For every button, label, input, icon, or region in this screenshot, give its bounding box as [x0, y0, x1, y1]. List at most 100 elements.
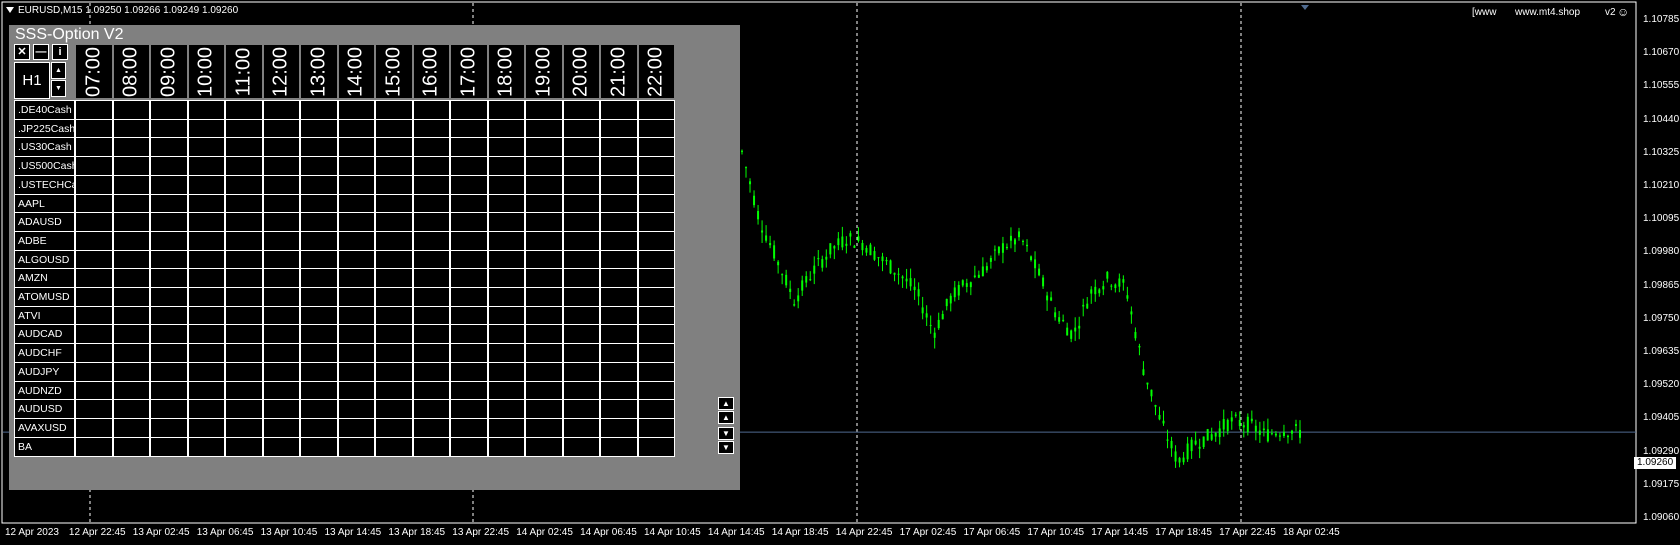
signal-cell[interactable]: [600, 399, 638, 420]
signal-cell[interactable]: [300, 230, 338, 251]
signal-cell[interactable]: [150, 343, 188, 364]
signal-cell[interactable]: [225, 305, 263, 326]
signal-cell[interactable]: [487, 417, 525, 438]
symbol-row-label[interactable]: BA: [14, 436, 75, 457]
signal-cell[interactable]: [337, 230, 375, 251]
signal-cell[interactable]: [262, 287, 300, 307]
signal-cell[interactable]: [487, 212, 525, 233]
signal-cell[interactable]: [637, 305, 675, 326]
signal-cell[interactable]: [412, 436, 450, 457]
signal-cell[interactable]: [337, 174, 375, 195]
symbol-row-label[interactable]: AUDNZD: [14, 380, 75, 401]
signal-cell[interactable]: [225, 249, 263, 270]
signal-cell[interactable]: [375, 324, 413, 345]
signal-cell[interactable]: [637, 343, 675, 364]
signal-cell[interactable]: [225, 174, 263, 195]
signal-cell[interactable]: [525, 230, 563, 251]
signal-cell[interactable]: [450, 156, 488, 177]
signal-cell[interactable]: [600, 249, 638, 270]
signal-cell[interactable]: [562, 324, 600, 345]
signal-cell[interactable]: [600, 268, 638, 289]
signal-cell[interactable]: [337, 324, 375, 345]
signal-cell[interactable]: [562, 417, 600, 438]
signal-cell[interactable]: [412, 156, 450, 177]
symbol-row-label[interactable]: ALGOUSD: [14, 249, 75, 270]
signal-cell[interactable]: [487, 249, 525, 270]
signal-cell[interactable]: [262, 174, 300, 195]
signal-cell[interactable]: [375, 399, 413, 420]
symbol-row-label[interactable]: AUDCHF: [14, 343, 75, 364]
signal-cell[interactable]: [75, 268, 113, 289]
signal-cell[interactable]: [600, 380, 638, 401]
signal-cell[interactable]: [600, 324, 638, 345]
signal-cell[interactable]: [112, 287, 150, 307]
signal-cell[interactable]: [300, 343, 338, 364]
signal-cell[interactable]: [637, 436, 675, 457]
signal-cell[interactable]: [337, 137, 375, 158]
signal-cell[interactable]: [450, 230, 488, 251]
signal-cell[interactable]: [150, 268, 188, 289]
symbol-row-label[interactable]: .US500Cash: [14, 156, 75, 177]
signal-cell[interactable]: [412, 324, 450, 345]
signal-cell[interactable]: [375, 305, 413, 326]
signal-cell[interactable]: [262, 137, 300, 158]
close-button[interactable]: ✕: [14, 44, 30, 60]
signal-cell[interactable]: [637, 118, 675, 139]
signal-cell[interactable]: [150, 287, 188, 307]
signal-cell[interactable]: [337, 100, 375, 120]
info-button[interactable]: i: [52, 44, 68, 60]
signal-cell[interactable]: [525, 361, 563, 382]
signal-cell[interactable]: [487, 361, 525, 382]
signal-cell[interactable]: [225, 230, 263, 251]
signal-cell[interactable]: [187, 156, 225, 177]
signal-cell[interactable]: [562, 399, 600, 420]
signal-cell[interactable]: [525, 268, 563, 289]
signal-cell[interactable]: [412, 100, 450, 120]
signal-cell[interactable]: [150, 193, 188, 214]
signal-cell[interactable]: [225, 361, 263, 382]
signal-cell[interactable]: [150, 100, 188, 120]
signal-cell[interactable]: [187, 212, 225, 233]
signal-cell[interactable]: [562, 212, 600, 233]
signal-cell[interactable]: [487, 343, 525, 364]
signal-cell[interactable]: [637, 417, 675, 438]
signal-cell[interactable]: [337, 417, 375, 438]
signal-cell[interactable]: [487, 100, 525, 120]
timeframe-display[interactable]: H1: [14, 62, 50, 99]
signal-cell[interactable]: [525, 287, 563, 307]
signal-cell[interactable]: [225, 287, 263, 307]
signal-cell[interactable]: [412, 193, 450, 214]
signal-cell[interactable]: [525, 212, 563, 233]
signal-cell[interactable]: [187, 137, 225, 158]
symbol-row-label[interactable]: AVAXUSD: [14, 417, 75, 438]
signal-cell[interactable]: [450, 268, 488, 289]
signal-cell[interactable]: [150, 212, 188, 233]
symbol-row-label[interactable]: ATOMUSD: [14, 287, 75, 307]
signal-cell[interactable]: [375, 100, 413, 120]
signal-cell[interactable]: [187, 417, 225, 438]
signal-cell[interactable]: [112, 156, 150, 177]
signal-cell[interactable]: [262, 361, 300, 382]
signal-cell[interactable]: [450, 118, 488, 139]
symbol-row-label[interactable]: AUDJPY: [14, 361, 75, 382]
signal-cell[interactable]: [487, 174, 525, 195]
signal-cell[interactable]: [375, 137, 413, 158]
signal-cell[interactable]: [225, 212, 263, 233]
signal-cell[interactable]: [112, 118, 150, 139]
signal-cell[interactable]: [187, 118, 225, 139]
signal-cell[interactable]: [262, 399, 300, 420]
signal-cell[interactable]: [637, 380, 675, 401]
signal-cell[interactable]: [262, 436, 300, 457]
signal-cell[interactable]: [562, 305, 600, 326]
signal-cell[interactable]: [262, 156, 300, 177]
signal-cell[interactable]: [375, 156, 413, 177]
signal-cell[interactable]: [112, 380, 150, 401]
signal-cell[interactable]: [150, 156, 188, 177]
timeframe-down-button[interactable]: ▼: [51, 80, 66, 97]
signal-cell[interactable]: [337, 249, 375, 270]
signal-cell[interactable]: [487, 324, 525, 345]
signal-cell[interactable]: [637, 137, 675, 158]
symbol-row-label[interactable]: ADAUSD: [14, 212, 75, 233]
symbol-row-label[interactable]: AMZN: [14, 268, 75, 289]
signal-cell[interactable]: [600, 100, 638, 120]
